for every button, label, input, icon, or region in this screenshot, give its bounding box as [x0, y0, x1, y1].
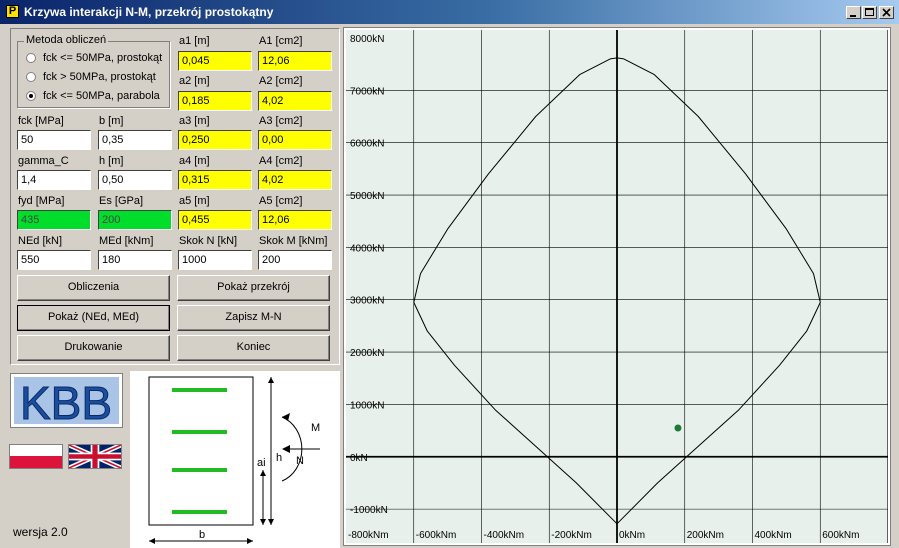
a5-label: a5 [m] — [179, 195, 210, 207]
logo-text: KBB — [20, 377, 112, 427]
minimize-button[interactable] — [846, 6, 861, 19]
x-tick-label: -600kNm — [416, 530, 457, 541]
med-field[interactable]: 180 — [98, 250, 172, 270]
es-label: Es [GPa] — [99, 195, 144, 207]
A1-label: A1 [cm2] — [259, 35, 303, 47]
A2-field[interactable]: 4,02 — [258, 91, 332, 111]
A3-label: A3 [cm2] — [259, 115, 303, 127]
close-button[interactable] — [879, 6, 894, 19]
x-tick-label: 400kNm — [755, 530, 792, 541]
koniec-button[interactable]: Koniec — [177, 335, 330, 361]
y-tick-label: 1000kN — [350, 400, 384, 411]
zapisz-mn-button[interactable]: Zapisz M-N — [177, 305, 330, 331]
pokaz-ned-med-button[interactable]: Pokaż (NEd, MEd) — [17, 305, 170, 331]
a2-label: a2 [m] — [179, 75, 210, 87]
ai-dimension-label: ai — [257, 457, 266, 469]
x-tick-label: 0kNm — [619, 530, 645, 541]
b-field[interactable]: 0,35 — [98, 130, 172, 150]
title-bar: P Krzywa interakcji N-M, przekrój prosto… — [0, 0, 899, 24]
y-tick-label: 6000kN — [350, 139, 384, 150]
maximize-icon — [865, 8, 874, 16]
y-tick-label: 2000kN — [350, 348, 384, 359]
a4-label: a4 [m] — [179, 155, 210, 167]
x-tick-label: -400kNm — [484, 530, 525, 541]
h-dimension-label: h — [276, 452, 282, 464]
radio-button[interactable] — [26, 53, 36, 63]
radio-button[interactable] — [26, 72, 36, 82]
a1-label: a1 [m] — [179, 35, 210, 47]
cross-section-drawing: b h ai M N — [130, 371, 340, 548]
obliczenia-button[interactable]: Obliczenia — [17, 275, 170, 301]
y-tick-label: 3000kN — [350, 296, 384, 307]
b-dimension-label: b — [199, 529, 205, 541]
method-option-1[interactable]: fck <= 50MPa, prostokąt — [26, 50, 162, 66]
moment-label: M — [311, 422, 320, 434]
fyd-label: fyd [MPa] — [18, 195, 65, 207]
es-field: 200 — [98, 210, 172, 230]
gamma-c-label: gamma_C — [18, 155, 69, 167]
a2-field[interactable]: 0,185 — [178, 91, 252, 111]
method-groupbox-title: Metoda obliczeń — [24, 34, 109, 46]
med-label: MEd [kNm] — [99, 235, 154, 247]
maximize-button[interactable] — [862, 6, 877, 19]
a1-field[interactable]: 0,045 — [178, 51, 252, 71]
h-label: h [m] — [99, 155, 124, 167]
kbb-logo: KBB — [10, 373, 123, 428]
method-option-2[interactable]: fck > 50MPa, prostokąt — [26, 69, 156, 85]
method-groupbox: Metoda obliczeń fck <= 50MPa, prostokąt … — [17, 34, 170, 108]
fck-field[interactable]: 50 — [17, 130, 91, 150]
A4-label: A4 [cm2] — [259, 155, 303, 167]
b-label: b [m] — [99, 115, 124, 127]
skok-n-label: Skok N [kN] — [179, 235, 238, 247]
radio-button-selected[interactable] — [26, 91, 36, 101]
minimize-icon — [850, 15, 856, 17]
section-outline — [148, 376, 254, 526]
a3-label: a3 [m] — [179, 115, 210, 127]
pokaz-przekroj-button[interactable]: Pokaż przekrój — [177, 275, 330, 301]
interaction-chart-svg: -800kNm -600kNm -400kNm -200kNm 0kNm 200kNm 40… — [346, 30, 888, 543]
ned-field[interactable]: 550 — [17, 250, 91, 270]
y-tick-label: 5000kN — [350, 191, 384, 202]
y-tick-label: 0kN — [350, 453, 368, 464]
x-tick-label: -200kNm — [551, 530, 592, 541]
a4-field[interactable]: 0,315 — [178, 170, 252, 190]
x-tick-label: 200kNm — [687, 530, 724, 541]
x-tick-label: 600kNm — [822, 530, 859, 541]
fck-label: fck [MPa] — [18, 115, 64, 127]
A4-field[interactable]: 4,02 — [258, 170, 332, 190]
A2-label: A2 [cm2] — [259, 75, 303, 87]
x-tick-label: -800kNm — [348, 530, 389, 541]
a3-field[interactable]: 0,250 — [178, 130, 252, 150]
method-option-label: fck <= 50MPa, prostokąt — [43, 52, 163, 64]
design-point-marker — [674, 424, 682, 432]
fyd-field: 435 — [17, 210, 91, 230]
A3-field[interactable]: 0,00 — [258, 130, 332, 150]
a5-field[interactable]: 0,455 — [178, 210, 252, 230]
polish-flag-icon[interactable] — [9, 444, 63, 469]
interaction-chart: -800kNm -600kNm -400kNm -200kNm 0kNm 200kNm 40… — [343, 27, 891, 546]
y-tick-label: 8000kN — [350, 34, 384, 45]
uk-flag-icon[interactable] — [68, 444, 122, 469]
y-tick-label: 4000kN — [350, 243, 384, 254]
app-icon: P — [6, 5, 19, 18]
ned-label: NEd [kN] — [18, 235, 63, 247]
method-option-3[interactable]: fck <= 50MPa, parabola — [26, 88, 160, 104]
skok-m-field[interactable]: 200 — [258, 250, 332, 270]
method-option-label: fck > 50MPa, prostokąt — [43, 71, 156, 83]
close-icon — [882, 8, 891, 17]
A5-label: A5 [cm2] — [259, 195, 303, 207]
h-field[interactable]: 0,50 — [98, 170, 172, 190]
y-tick-label: 7000kN — [350, 86, 384, 97]
A5-field[interactable]: 12,06 — [258, 210, 332, 230]
skok-m-label: Skok M [kNm] — [259, 235, 328, 247]
window-title: Krzywa interakcji N-M, przekrój prostoką… — [24, 5, 274, 19]
A1-field[interactable]: 12,06 — [258, 51, 332, 71]
version-label: wersja 2.0 — [13, 525, 68, 539]
drukowanie-button[interactable]: Drukowanie — [17, 335, 170, 361]
skok-n-field[interactable]: 1000 — [178, 250, 252, 270]
y-tick-label: -1000kN — [350, 505, 388, 516]
gamma-c-field[interactable]: 1,4 — [17, 170, 91, 190]
method-option-label: fck <= 50MPa, parabola — [43, 90, 160, 102]
axial-force-label: N — [296, 455, 304, 467]
